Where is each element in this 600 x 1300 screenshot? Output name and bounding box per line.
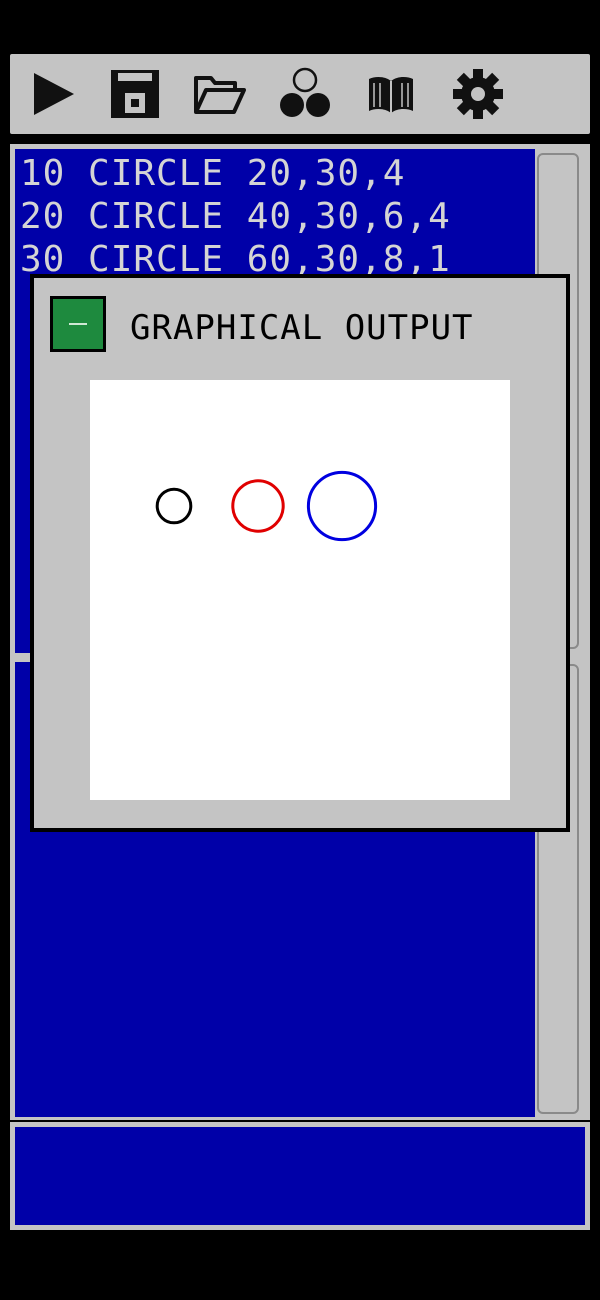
code-line[interactable]: 10 CIRCLE 20,30,4: [20, 153, 405, 195]
open-button[interactable]: [193, 69, 247, 119]
settings-button[interactable]: [451, 69, 505, 119]
circle-2: [231, 479, 285, 533]
save-button[interactable]: [108, 69, 162, 119]
output-canvas: [90, 380, 510, 800]
output-drawing: [155, 470, 378, 542]
minimize-button[interactable]: [50, 296, 106, 352]
run-button[interactable]: [26, 69, 80, 119]
play-icon: [34, 73, 74, 115]
floppy-disk-icon: [111, 70, 159, 118]
minimize-icon: [69, 323, 87, 325]
window-title: GRAPHICAL OUTPUT: [130, 308, 474, 348]
code-line[interactable]: 20 CIRCLE 40,30,6,4: [20, 196, 451, 238]
circle-3: [306, 470, 378, 542]
command-bar[interactable]: [15, 1127, 585, 1225]
graphical-output-window: GRAPHICAL OUTPUT: [30, 274, 570, 832]
manual-button[interactable]: [364, 69, 418, 119]
examples-button[interactable]: [278, 67, 332, 119]
circle-1: [155, 487, 193, 525]
book-icon: [369, 76, 413, 113]
gear-icon: [453, 69, 503, 119]
circles-icon: [280, 67, 330, 117]
toolbar: [10, 54, 590, 134]
folder-open-icon: [194, 76, 246, 114]
